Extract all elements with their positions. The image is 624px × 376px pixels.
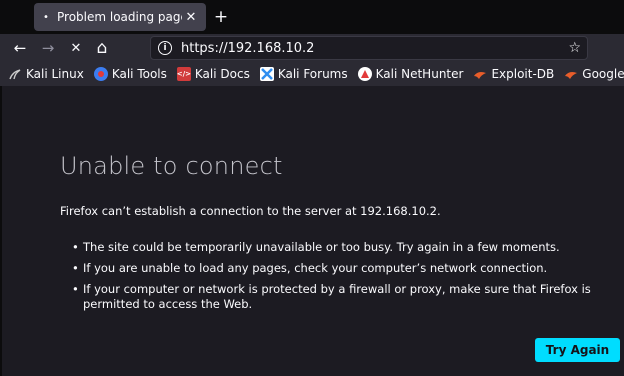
error-page: Unable to connect Firefox can’t establis… [0,86,624,376]
ghdb-icon [564,67,578,81]
site-info-icon[interactable]: i [158,41,172,55]
bookmark-label: Kali Docs [194,67,250,81]
kali-dragon-icon [8,67,22,81]
loading-dot-icon: • [43,11,49,23]
kali-tools-icon [93,67,108,81]
suggestion-item: If your computer or network is protected… [72,282,612,312]
bookmark-kali-nethunter[interactable]: Kali NetHunter [357,67,464,81]
bookmark-label: Kali Linux [26,67,84,81]
stop-button[interactable]: ✕ [66,38,86,58]
bookmark-exploit-db[interactable]: Exploit-DB [473,67,554,81]
bookmark-label: Kali Tools [111,67,167,81]
window-edge [0,86,2,376]
home-button[interactable]: ⌂ [92,38,112,58]
suggestion-item: The site could be temporarily unavailabl… [72,240,612,255]
try-again-button[interactable]: Try Again [535,338,620,362]
kali-forums-icon [259,67,274,81]
bookmark-label: Google Hacking DB [582,67,624,81]
suggestion-item: If you are unable to load any pages, che… [72,261,612,276]
navigation-toolbar: ← → ✕ ⌂ i https://192.168.10.2 ☆ [0,34,624,62]
error-description: Firefox can’t establish a connection to … [60,204,441,218]
exploit-db-icon [473,67,487,81]
error-suggestions: The site could be temporarily unavailabl… [72,240,612,318]
forward-button[interactable]: → [38,38,58,58]
tab-close-icon[interactable]: ✕ [182,8,200,26]
kali-docs-icon: </> [177,67,191,81]
error-title: Unable to connect [60,152,283,180]
bookmark-label: Kali NetHunter [375,67,464,81]
nethunter-icon [357,67,372,81]
bookmark-star-icon[interactable]: ☆ [568,40,581,56]
tab-strip: • Problem loading page ✕ + [0,0,624,34]
tab-active[interactable]: • Problem loading page ✕ [34,3,206,31]
bookmark-google-hacking-db[interactable]: Google Hacking DB [564,67,624,81]
tab-title: Problem loading page [57,10,182,24]
bookmark-kali-tools[interactable]: Kali Tools [93,67,167,81]
bookmark-kali-docs[interactable]: </> Kali Docs [177,67,250,81]
back-button[interactable]: ← [10,38,30,58]
url-bar[interactable]: i https://192.168.10.2 ☆ [150,36,588,60]
bookmark-kali-linux[interactable]: Kali Linux [8,67,84,81]
new-tab-button[interactable]: + [210,6,232,28]
bookmark-label: Kali Forums [277,67,348,81]
bookmark-label: Exploit-DB [491,67,555,81]
url-text[interactable]: https://192.168.10.2 [181,41,568,56]
bookmark-kali-forums[interactable]: Kali Forums [259,67,348,81]
bookmarks-toolbar: Kali Linux Kali Tools </> Kali Docs Kali… [0,62,624,86]
